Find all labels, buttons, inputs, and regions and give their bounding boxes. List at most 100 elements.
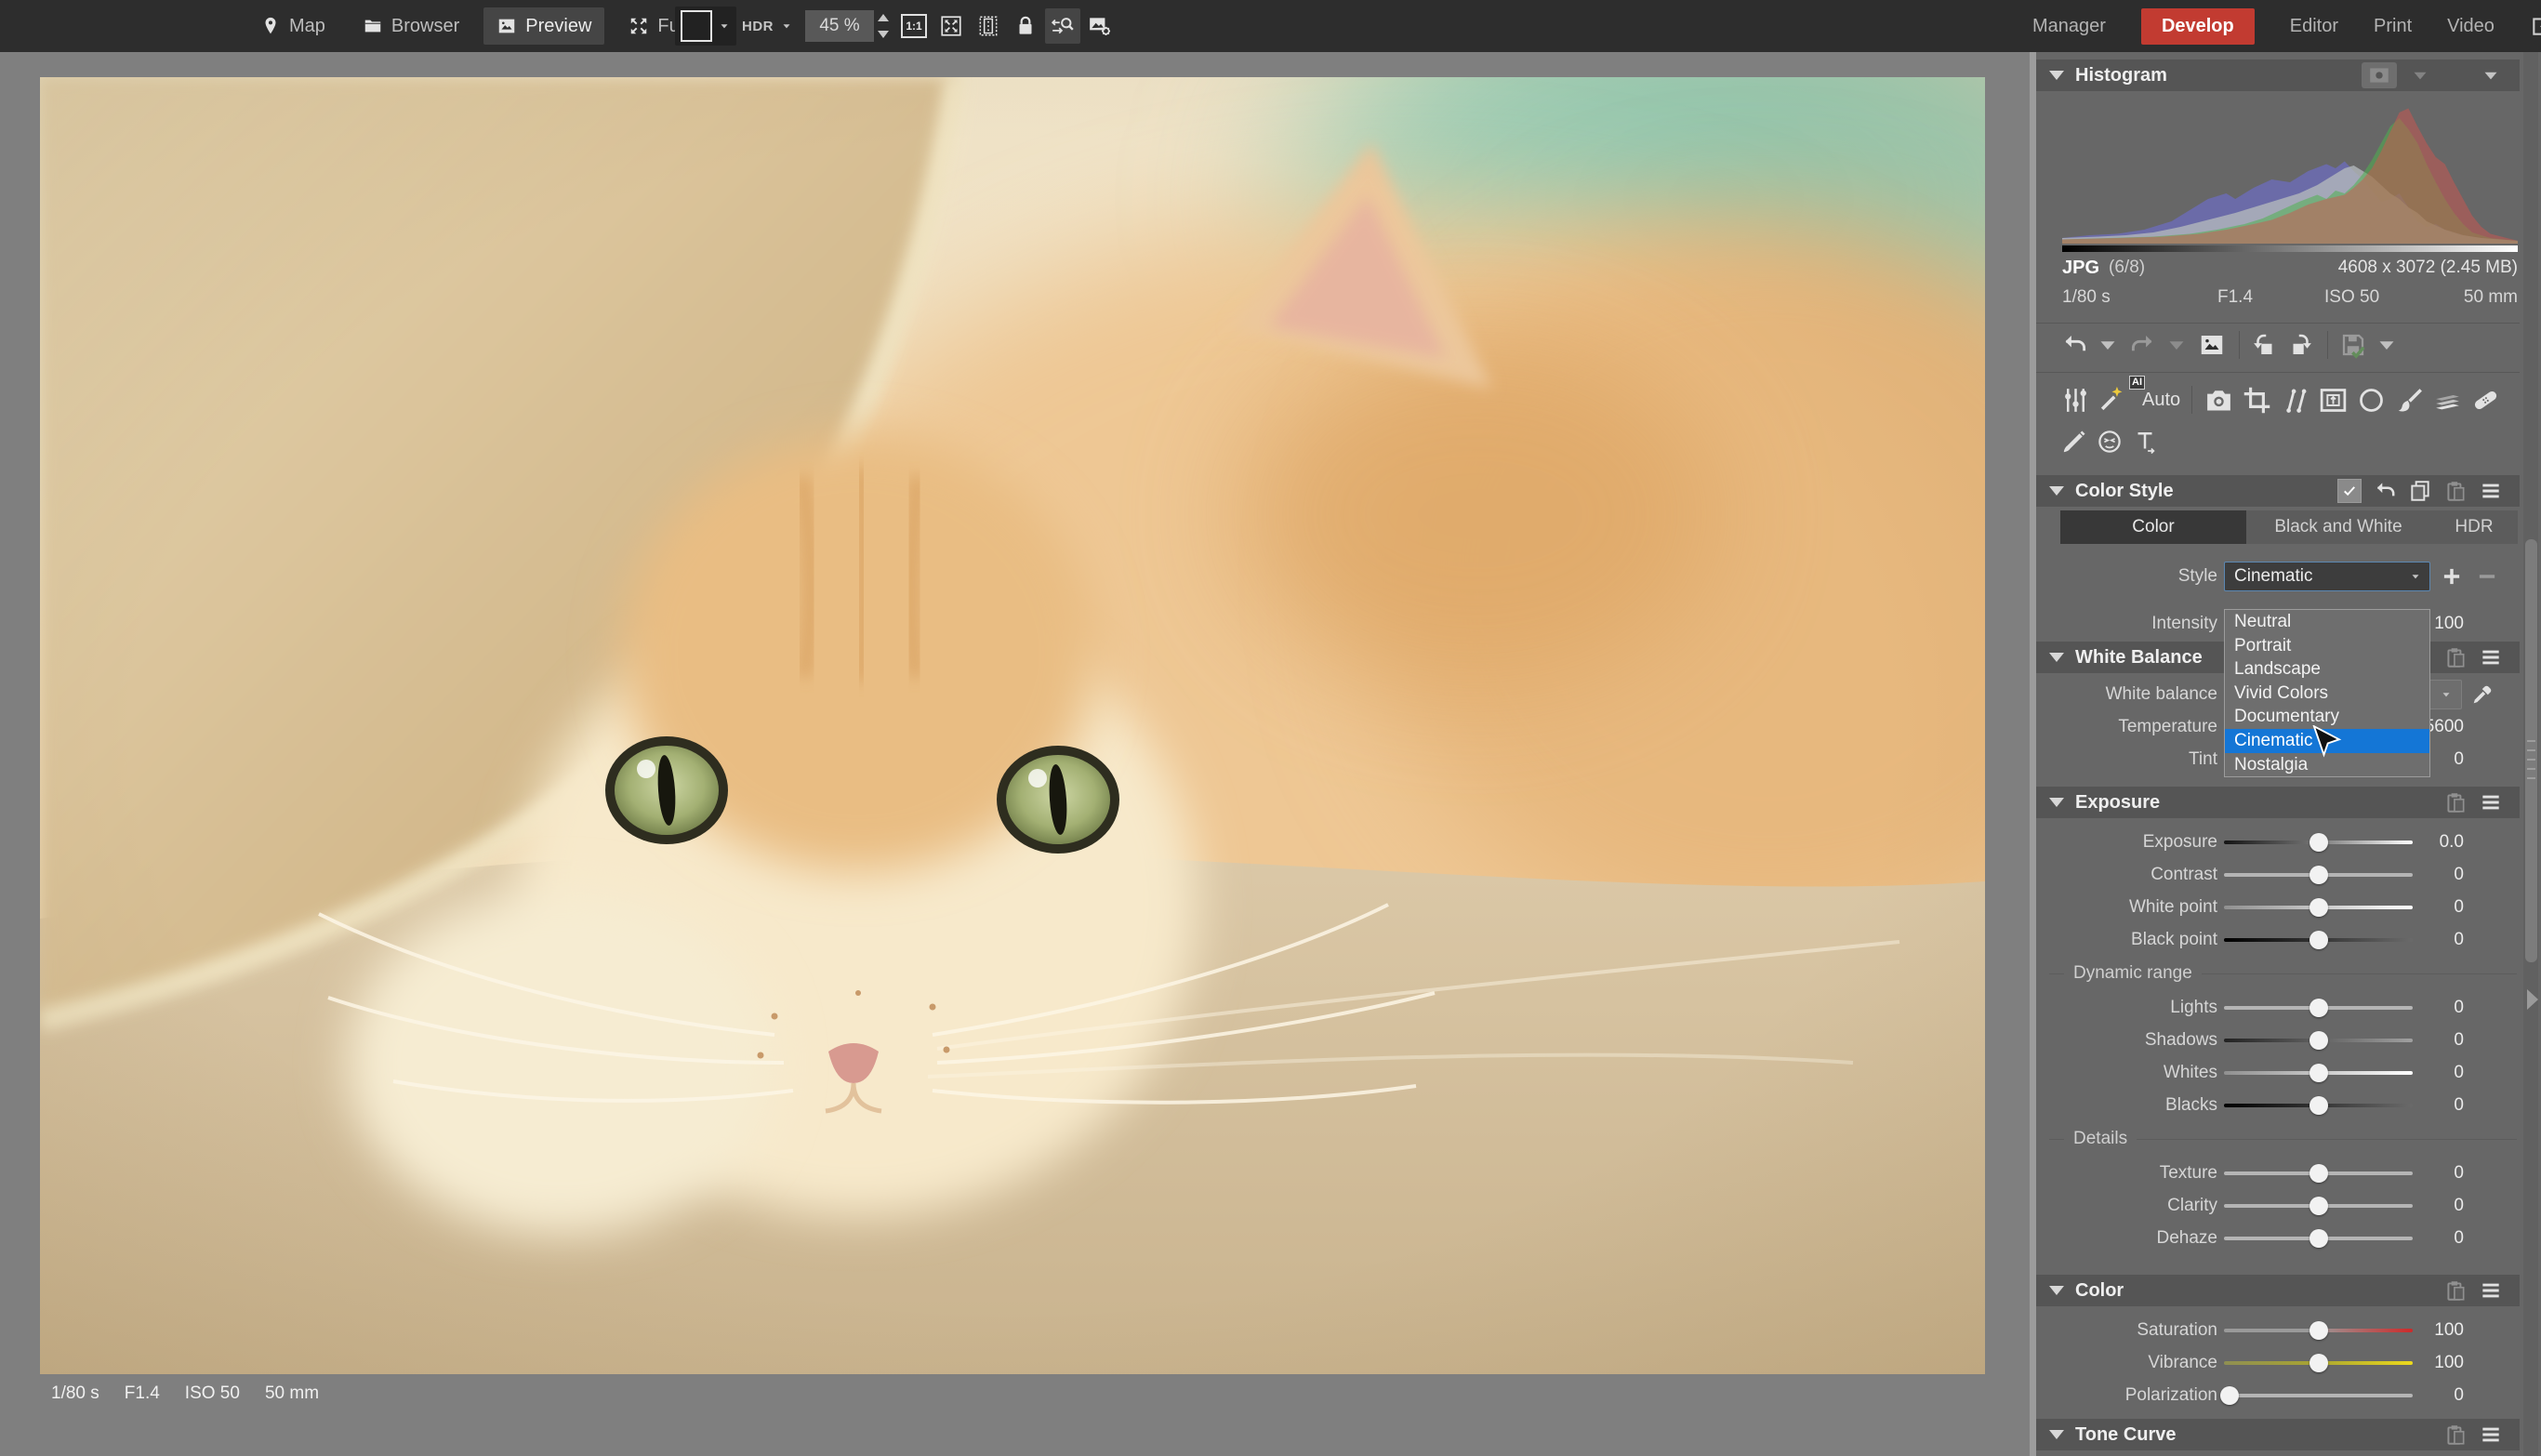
flash-warning-button[interactable] — [675, 7, 736, 46]
chevron-down-icon[interactable] — [2409, 570, 2422, 583]
section-header-color[interactable]: Color — [2036, 1275, 2520, 1306]
slider-thumb[interactable] — [2220, 1386, 2239, 1405]
style-option-neutral[interactable]: Neutral — [2225, 610, 2429, 634]
gradient-icon[interactable] — [2432, 385, 2463, 416]
tab-color[interactable]: Color — [2060, 510, 2246, 544]
enabled-checkbox[interactable] — [2337, 479, 2362, 503]
section-header-exposure[interactable]: Exposure — [2036, 787, 2520, 818]
collapse-caret-icon[interactable] — [2049, 486, 2064, 496]
eyedropper-icon[interactable] — [2469, 682, 2495, 708]
slider-thumb[interactable] — [2309, 931, 2328, 949]
slider-thumb[interactable] — [2309, 999, 2328, 1017]
overlay-toggle-icon[interactable] — [2362, 62, 2397, 88]
slider-thumb[interactable] — [2309, 1096, 2328, 1115]
stepper-down-icon[interactable] — [878, 31, 889, 38]
mask-icon[interactable] — [2096, 428, 2124, 456]
slider-thumb[interactable] — [2309, 1321, 2328, 1340]
sliders-icon[interactable] — [2060, 385, 2091, 416]
slider-thumb[interactable] — [2309, 1164, 2328, 1183]
text-tool-icon[interactable] — [2131, 428, 2159, 456]
panel-splitter[interactable] — [2030, 52, 2036, 1456]
chevron-down-icon[interactable] — [2163, 331, 2190, 359]
collapse-caret-icon[interactable] — [2049, 71, 2064, 80]
paste-icon[interactable] — [2443, 645, 2468, 669]
preview-settings-button[interactable] — [1082, 8, 1118, 44]
histogram-header[interactable]: Histogram — [2036, 60, 2520, 91]
section-header-color-style[interactable]: Color Style — [2036, 475, 2520, 507]
collapse-caret-icon[interactable] — [2049, 798, 2064, 807]
slider-track[interactable] — [2224, 1394, 2413, 1397]
slider-thumb[interactable] — [2309, 1031, 2328, 1050]
chevron-down-icon[interactable] — [780, 20, 793, 33]
chevron-down-icon[interactable] — [2479, 63, 2503, 87]
stepper-up-icon[interactable] — [878, 14, 889, 21]
remove-style-icon[interactable] — [2475, 564, 2499, 589]
crop-icon[interactable] — [2242, 385, 2272, 416]
level-icon[interactable] — [2280, 385, 2310, 416]
save-icon[interactable] — [2339, 331, 2367, 359]
zoom-stepper[interactable] — [878, 10, 893, 42]
slider-thumb[interactable] — [2309, 1354, 2328, 1372]
paste-icon[interactable] — [2443, 479, 2468, 503]
image-icon[interactable] — [2198, 331, 2226, 359]
menu-icon[interactable] — [2479, 1278, 2503, 1303]
photo-preview[interactable] — [40, 77, 1985, 1374]
quick-compare-button[interactable] — [1045, 8, 1080, 44]
fit-screen-button[interactable] — [933, 8, 969, 44]
paste-icon[interactable] — [2443, 1278, 2468, 1303]
bandage-icon[interactable] — [2470, 385, 2501, 416]
frame-icon[interactable] — [2318, 385, 2349, 416]
paste-icon[interactable] — [2443, 790, 2468, 814]
chevron-down-icon[interactable] — [2408, 63, 2432, 87]
paste-icon[interactable] — [2443, 1423, 2468, 1447]
rotate-left-icon[interactable] — [2251, 331, 2279, 359]
one-to-one-button[interactable]: 1:1 — [896, 8, 932, 44]
module-tab-video[interactable]: Video — [2447, 16, 2495, 37]
collapse-caret-icon[interactable] — [2049, 1286, 2064, 1295]
menu-icon[interactable] — [2479, 790, 2503, 814]
undo-icon[interactable] — [2060, 331, 2088, 359]
slider-thumb[interactable] — [2309, 1064, 2328, 1082]
filmstrip-button[interactable] — [971, 8, 1006, 44]
style-select[interactable]: Cinematic — [2224, 562, 2430, 591]
undo-icon[interactable] — [2373, 479, 2397, 503]
tab-hdr[interactable]: HDR — [2430, 510, 2518, 544]
module-tab-manager[interactable]: Manager — [2032, 16, 2106, 37]
external-link-icon[interactable] — [2530, 14, 2541, 38]
slider-thumb[interactable] — [2309, 898, 2328, 917]
section-header-tone-curve[interactable]: Tone Curve — [2036, 1419, 2520, 1450]
camera-icon[interactable] — [2204, 385, 2234, 416]
pen-icon[interactable] — [2060, 428, 2088, 456]
menu-icon[interactable] — [2479, 645, 2503, 669]
chevron-down-icon[interactable] — [2094, 331, 2122, 359]
brush-icon[interactable] — [2394, 385, 2425, 416]
slider-thumb[interactable] — [2309, 1197, 2328, 1215]
module-tab-editor[interactable]: Editor — [2290, 16, 2338, 37]
menu-icon[interactable] — [2479, 1423, 2503, 1447]
hdr-control[interactable]: HDR — [742, 0, 793, 52]
lock-button[interactable] — [1008, 8, 1043, 44]
slider-thumb[interactable] — [2309, 1229, 2328, 1248]
panel-collapse-arrow-icon[interactable] — [2527, 989, 2538, 1010]
gear-icon[interactable] — [2443, 63, 2468, 87]
rotate-right-icon[interactable] — [2286, 331, 2314, 359]
slider-thumb[interactable] — [2309, 866, 2328, 884]
chevron-down-icon[interactable] — [2373, 331, 2401, 359]
chevron-down-icon[interactable] — [2440, 688, 2453, 701]
view-btn-browser[interactable]: Browser — [350, 7, 472, 45]
copy-icon[interactable] — [2408, 479, 2432, 503]
ai-wand-button[interactable]: AI — [2098, 382, 2137, 418]
style-option-vivid-colors[interactable]: Vivid Colors — [2225, 682, 2429, 706]
view-btn-map[interactable]: Map — [247, 7, 338, 45]
ellipse-icon[interactable] — [2356, 385, 2387, 416]
chevron-down-icon[interactable] — [718, 20, 731, 33]
collapse-caret-icon[interactable] — [2049, 1430, 2064, 1439]
slider-thumb[interactable] — [2309, 833, 2328, 852]
redo-icon[interactable] — [2129, 331, 2157, 359]
style-option-portrait[interactable]: Portrait — [2225, 634, 2429, 658]
add-style-icon[interactable] — [2440, 564, 2464, 589]
style-option-landscape[interactable]: Landscape — [2225, 657, 2429, 682]
zoom-level-input[interactable]: 45 % — [805, 10, 874, 42]
module-tab-develop[interactable]: Develop — [2141, 8, 2255, 45]
tab-black-and-white[interactable]: Black and White — [2246, 510, 2430, 544]
